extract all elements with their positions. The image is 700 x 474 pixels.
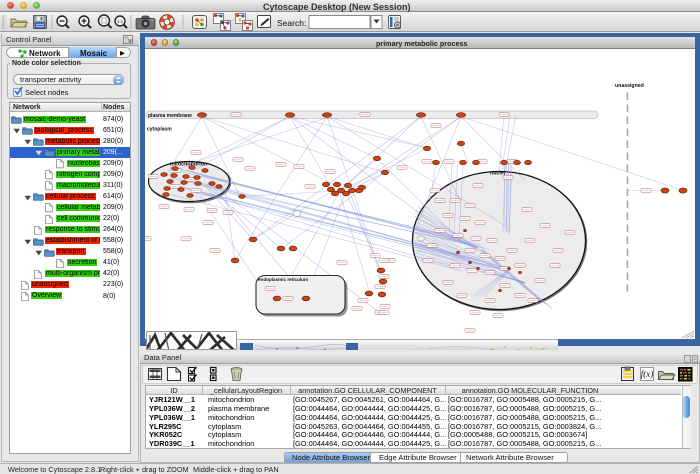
svg-text:nuclei: nuclei bbox=[490, 170, 506, 176]
svg-text:plasma membrane: plasma membrane bbox=[148, 113, 192, 119]
svg-text:Search:: Search: bbox=[277, 18, 306, 28]
svg-text:unassigned: unassigned bbox=[615, 83, 644, 89]
svg-text:cytoplasm: cytoplasm bbox=[147, 126, 172, 132]
svg-text:1:1: 1:1 bbox=[117, 19, 124, 24]
svg-text:f(x): f(x) bbox=[641, 369, 654, 379]
svg-text:mitochondrion: mitochondrion bbox=[170, 161, 207, 167]
svg-text:endoplasmic reticulum: endoplasmic reticulum bbox=[258, 277, 308, 282]
